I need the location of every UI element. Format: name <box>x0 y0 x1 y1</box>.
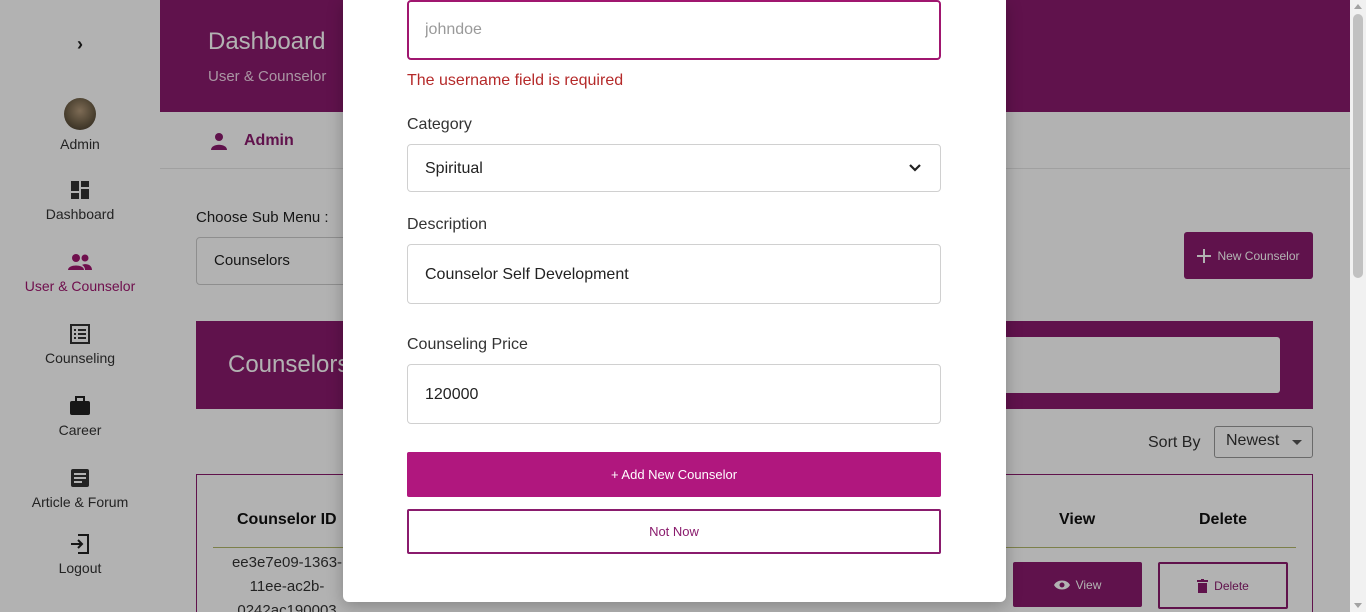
category-select[interactable]: Spiritual <box>407 144 941 192</box>
username-error: The username field is required <box>407 72 624 89</box>
price-label: Counseling Price <box>407 336 528 353</box>
page-scrollbar[interactable] <box>1350 0 1366 612</box>
add-new-counselor-button[interactable]: + Add New Counselor <box>407 452 941 497</box>
chevron-down-icon <box>909 164 921 172</box>
scroll-thumb[interactable] <box>1353 14 1363 278</box>
category-value: Spiritual <box>425 160 483 177</box>
category-label: Category <box>407 116 472 133</box>
not-now-button[interactable]: Not Now <box>407 509 941 554</box>
price-input[interactable]: 120000 <box>407 364 941 424</box>
description-label: Description <box>407 216 488 233</box>
username-input[interactable] <box>407 0 941 60</box>
scroll-down-arrow-icon[interactable] <box>1354 603 1362 608</box>
description-input[interactable]: Counselor Self Development <box>407 244 941 304</box>
add-counselor-modal: The username field is required Category … <box>343 0 1006 602</box>
scroll-up-arrow-icon[interactable] <box>1354 4 1362 9</box>
